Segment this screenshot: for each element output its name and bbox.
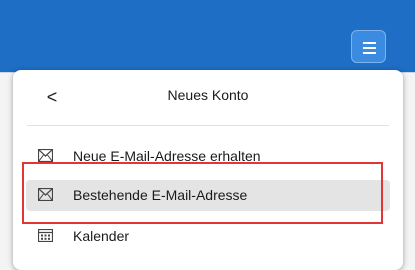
envelope-icon (37, 187, 54, 202)
menu-item-existing-email-address[interactable]: Bestehende E-Mail-Adresse (26, 180, 390, 211)
menu-item-label: Kalender (73, 228, 130, 244)
menu-item-label: Bestehende E-Mail-Adresse (73, 187, 248, 203)
menu-item-new-email-address[interactable]: Neue E-Mail-Adresse erhalten (26, 141, 390, 172)
panel-header: < Neues Konto (13, 70, 403, 124)
new-account-panel: < Neues Konto Neue E-Mail-Adresse erhalt… (13, 70, 403, 270)
panel-title: Neues Konto (167, 87, 249, 103)
menu-item-calendar[interactable]: Kalender (26, 221, 390, 252)
calendar-icon (37, 228, 54, 243)
app-menu-button[interactable] (351, 30, 386, 63)
panel-separator (27, 125, 389, 126)
envelope-icon (37, 148, 54, 163)
menu-item-label: Neue E-Mail-Adresse erhalten (73, 148, 261, 164)
